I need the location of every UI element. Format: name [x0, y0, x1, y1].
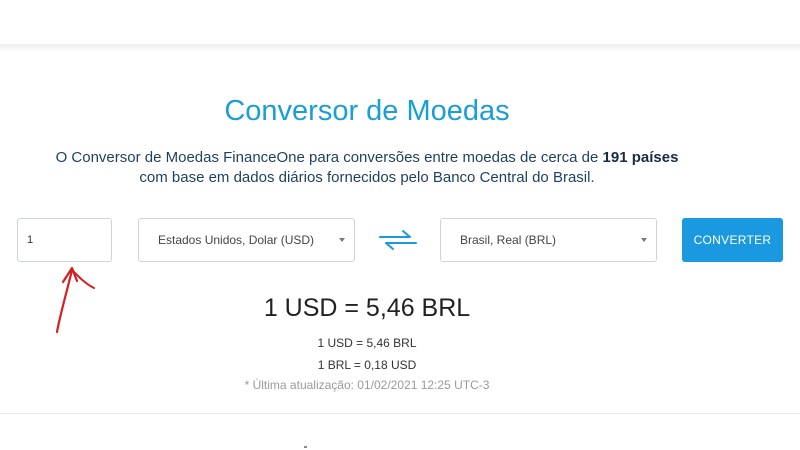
conversion-result: 1 USD = 5,46 BRL [263, 294, 471, 322]
description-line1-prefix: O Conversor de Moedas FinanceOne para co… [55, 149, 603, 166]
page-title: Conversor de Moedas [224, 95, 510, 127]
partial-glyph [304, 446, 307, 448]
swap-arrows-icon[interactable] [379, 229, 417, 251]
to-currency-select[interactable]: Brasil, Real (BRL) [440, 218, 657, 262]
from-currency-value: Estados Unidos, Dolar (USD) [158, 233, 315, 247]
chevron-down-icon [641, 238, 647, 242]
to-currency-value: Brasil, Real (BRL) [460, 233, 557, 247]
page-description: O Conversor de Moedas FinanceOne para co… [0, 148, 734, 188]
last-update-note: * Última atualização: 01/02/2021 12:25 U… [244, 378, 490, 392]
chevron-down-icon [339, 238, 345, 242]
section-divider [0, 413, 800, 414]
convert-button[interactable]: CONVERTER [682, 218, 783, 262]
from-currency-select[interactable]: Estados Unidos, Dolar (USD) [138, 218, 355, 262]
header-shadow [0, 44, 800, 52]
amount-input[interactable] [17, 218, 112, 262]
description-line2: com base em dados diários fornecidos pel… [139, 169, 595, 186]
rate-brl-to-usd: 1 BRL = 0,18 USD [317, 358, 417, 372]
rate-usd-to-brl: 1 USD = 5,46 BRL [317, 336, 417, 350]
top-header-bar [0, 0, 800, 44]
description-countries-count: 191 países [602, 149, 679, 166]
